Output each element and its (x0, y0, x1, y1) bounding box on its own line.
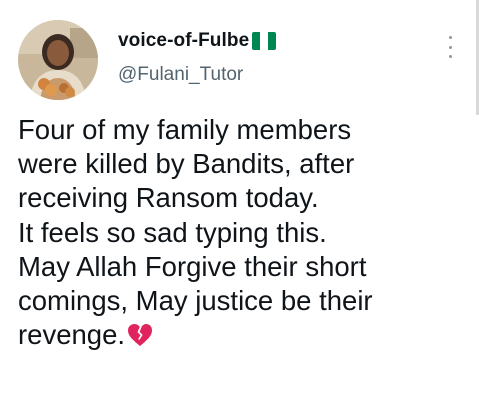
tweet-line: It feels so sad typing this. (18, 216, 327, 248)
tweet-text: Four of my family members were killed by… (18, 113, 473, 355)
tweet-line: comings, May justice be their (18, 285, 373, 317)
tweet-line: Four of my family members (18, 114, 352, 145)
tweet-line: were killed by Bandits, after (18, 148, 355, 180)
name-row: voice-of-Fulbe (118, 28, 277, 54)
tweet-line: revenge. (18, 319, 126, 351)
avatar-image (18, 20, 98, 100)
more-options-icon[interactable] (446, 36, 454, 58)
tweet: voice-of-Fulbe @Fulani_Tutor Four of my … (0, 0, 479, 403)
nigeria-flag-icon (252, 32, 277, 50)
tweet-last-line: revenge. (18, 318, 473, 355)
broken-heart-icon (127, 321, 153, 355)
user-handle[interactable]: @Fulani_Tutor (118, 64, 276, 86)
avatar[interactable] (18, 20, 98, 100)
display-name[interactable]: voice-of-Fulbe (118, 30, 249, 52)
tweet-line: May Allah Forgive their short (18, 250, 367, 282)
tweet-line: receiving Ransom today. (18, 182, 319, 214)
author-info: voice-of-Fulbe @Fulani_Tutor (118, 28, 277, 86)
